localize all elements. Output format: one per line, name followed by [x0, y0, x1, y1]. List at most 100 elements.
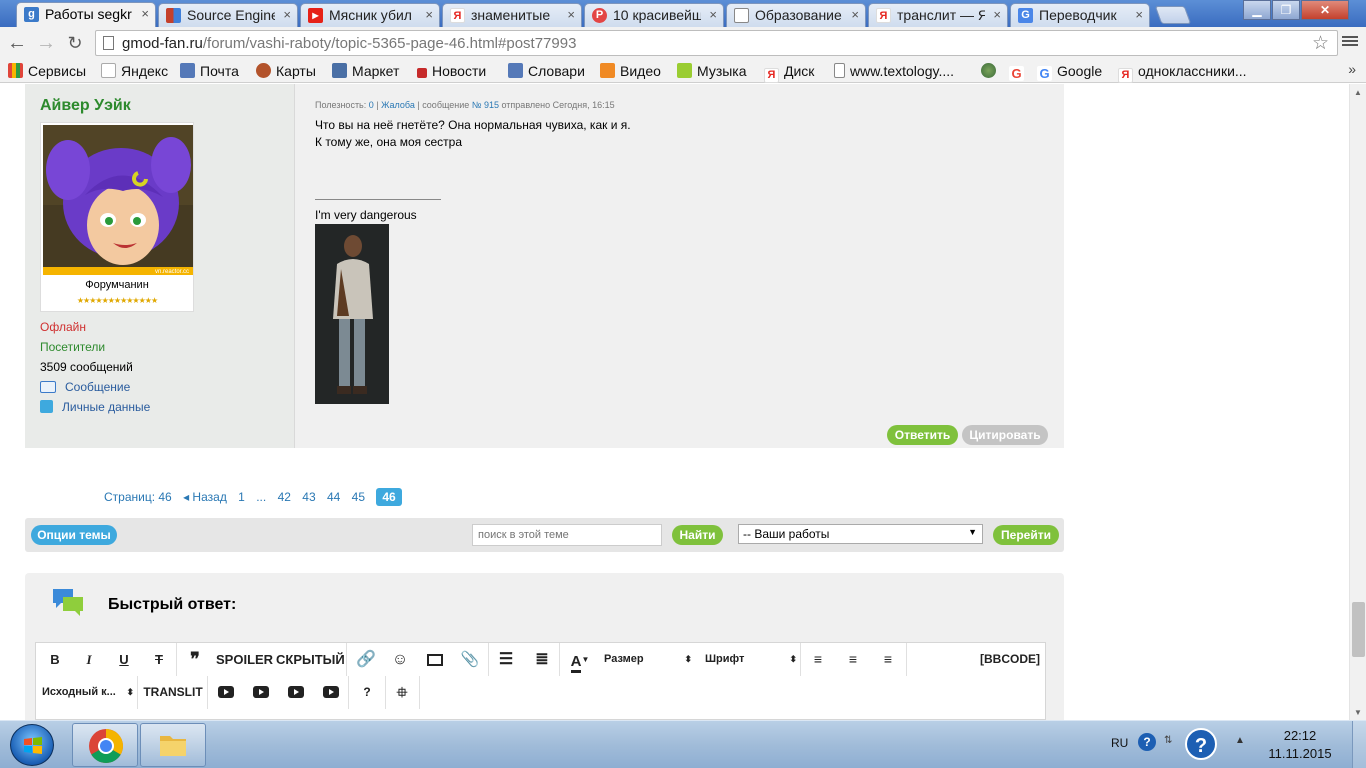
tab-translit[interactable]: Я транслит — Я × [868, 3, 1008, 27]
tab-education[interactable]: Образование × [726, 3, 866, 27]
spoiler-button[interactable]: SPOILER [216, 643, 273, 676]
image-icon[interactable] [423, 643, 447, 676]
bookmark-news[interactable]: Новости [417, 61, 486, 81]
help-tray-icon[interactable]: ? [1138, 733, 1156, 751]
numbered-list-icon[interactable]: ≣ [530, 643, 554, 676]
underline-button[interactable]: U [113, 643, 135, 676]
reload-icon[interactable]: ↻ [64, 32, 86, 54]
bbcode-toggle-button[interactable]: [BBCODE] [978, 643, 1042, 676]
tab-close-icon[interactable]: × [283, 7, 291, 22]
page-link[interactable]: 42 [278, 490, 291, 504]
tab-close-icon[interactable]: × [141, 6, 149, 21]
horizontal-rule-icon[interactable]: ⯐ [392, 676, 412, 709]
bookmark-music[interactable]: Музыка [677, 61, 747, 81]
profile-link[interactable]: Личные данные [40, 400, 150, 414]
scroll-up-icon[interactable]: ▲ [1354, 88, 1362, 97]
tab-youtube[interactable]: ▶ Мясник убил × [300, 3, 440, 27]
forum-jump-select[interactable]: -- Ваши работы ▼ [738, 524, 983, 544]
video-embed-2-icon[interactable] [251, 676, 271, 709]
go-button[interactable]: Перейти [993, 525, 1059, 545]
tab-translator[interactable]: G Переводчик × [1010, 3, 1150, 27]
link-icon[interactable]: 🔗 [354, 643, 378, 676]
tab-close-icon[interactable]: × [709, 7, 717, 22]
align-left-icon[interactable]: ≡ [808, 643, 828, 676]
complaint-link[interactable]: Жалоба [381, 100, 415, 110]
send-message-link[interactable]: Сообщение [40, 380, 130, 394]
bookmark-market[interactable]: Маркет [332, 61, 399, 81]
video-embed-1-icon[interactable] [216, 676, 236, 709]
video-embed-4-icon[interactable] [321, 676, 341, 709]
input-language[interactable]: RU [1111, 736, 1128, 750]
bookmark-services[interactable]: Сервисы [8, 61, 86, 81]
font-size-select[interactable]: Размер ⬍ [604, 643, 692, 676]
find-button[interactable]: Найти [672, 525, 723, 545]
prev-page-link[interactable]: ◂ Назад [183, 490, 227, 504]
quote-button[interactable]: Цитировать [962, 425, 1048, 445]
maximize-button[interactable]: ❐ [1272, 0, 1300, 20]
reply-button[interactable]: Ответить [887, 425, 958, 445]
bookmark-disk[interactable]: Я Диск [764, 61, 814, 83]
tab-close-icon[interactable]: × [1135, 7, 1143, 22]
text-color-icon[interactable]: A▼ [565, 643, 595, 676]
message-number-link[interactable]: № 915 [472, 100, 499, 110]
show-desktop-button[interactable] [1352, 721, 1366, 768]
topic-search-input[interactable] [472, 524, 662, 546]
usefulness-value[interactable]: 0 [369, 100, 374, 110]
strikethrough-button[interactable]: T [148, 643, 170, 676]
tab-close-icon[interactable]: × [851, 7, 859, 22]
tab-close-icon[interactable]: × [993, 7, 1001, 22]
bookmark-yandex[interactable]: Яндекс [101, 61, 168, 81]
scrollbar-thumb[interactable] [1352, 602, 1365, 657]
align-right-icon[interactable]: ≡ [878, 643, 898, 676]
show-hidden-icons[interactable]: ▲ [1235, 735, 1245, 746]
source-code-select[interactable]: Исходный к... ⬍ [42, 676, 134, 709]
tab-rabota[interactable]: g Работы segkr × [16, 2, 156, 27]
bold-button[interactable]: B [44, 643, 66, 676]
post-username[interactable]: Айвер Уэйк [40, 97, 131, 115]
help-button[interactable]: ? [357, 676, 377, 709]
bookmark-textology[interactable]: www.textology.... [834, 61, 954, 81]
system-clock[interactable]: 22:12 11.11.2015 [1265, 727, 1335, 763]
page-link[interactable]: 43 [302, 490, 315, 504]
tab-close-icon[interactable]: × [567, 7, 575, 22]
taskbar-chrome[interactable] [72, 723, 138, 767]
help-center-icon[interactable]: ? [1185, 728, 1217, 760]
tab-yandex-famous[interactable]: Я знаменитые × [442, 3, 582, 27]
start-button[interactable] [10, 724, 54, 766]
font-family-select[interactable]: Шрифт ⬍ [705, 643, 797, 676]
close-window-button[interactable]: ✕ [1301, 0, 1349, 20]
back-icon[interactable]: ← [6, 32, 28, 54]
scroll-down-icon[interactable]: ▼ [1354, 708, 1362, 717]
topic-options-button[interactable]: Опции темы [31, 525, 117, 545]
italic-button[interactable]: I [78, 643, 100, 676]
chrome-menu-icon[interactable] [1342, 34, 1358, 50]
attachment-icon[interactable]: 📎 [458, 643, 482, 676]
bookmarks-overflow-icon[interactable]: » [1348, 61, 1356, 77]
smiley-icon[interactable]: ☺ [388, 643, 412, 676]
page-link[interactable]: 44 [327, 490, 340, 504]
tab-source-engine[interactable]: Source Engine × [158, 3, 298, 27]
bookmark-google-icon[interactable]: G [1009, 61, 1029, 81]
tab-close-icon[interactable]: × [425, 7, 433, 22]
page-scrollbar[interactable]: ▲ ▼ [1349, 84, 1366, 720]
address-bar[interactable]: gmod-fan.ru/forum/vashi-raboty/topic-536… [95, 30, 1338, 56]
taskbar-explorer[interactable] [140, 723, 206, 767]
page-link[interactable]: 1 [238, 490, 245, 504]
bookmark-odnoklassniki[interactable]: Яодноклассники... [1118, 61, 1247, 83]
video-embed-3-icon[interactable] [286, 676, 306, 709]
translit-button[interactable]: TRANSLIT [142, 676, 204, 709]
bullet-list-icon[interactable]: ☰ [494, 643, 518, 676]
bookmark-google[interactable]: G Google [1037, 61, 1102, 81]
new-tab-button[interactable] [1154, 6, 1192, 24]
bookmark-video[interactable]: Видео [600, 61, 661, 81]
network-tray-icon[interactable]: ⇅ [1164, 735, 1172, 746]
tab-beautiful[interactable]: P 10 красивейших × [584, 3, 724, 27]
bookmark-dictionaries[interactable]: Словари [508, 61, 585, 81]
minimize-button[interactable]: ▁ [1243, 0, 1271, 20]
bookmark-globe[interactable] [981, 61, 1001, 81]
bookmark-mail[interactable]: Почта [180, 61, 239, 81]
bookmark-maps[interactable]: Карты [256, 61, 316, 81]
forward-icon[interactable]: → [35, 32, 57, 54]
quote-icon[interactable]: ❞ [184, 643, 206, 676]
align-center-icon[interactable]: ≡ [843, 643, 863, 676]
